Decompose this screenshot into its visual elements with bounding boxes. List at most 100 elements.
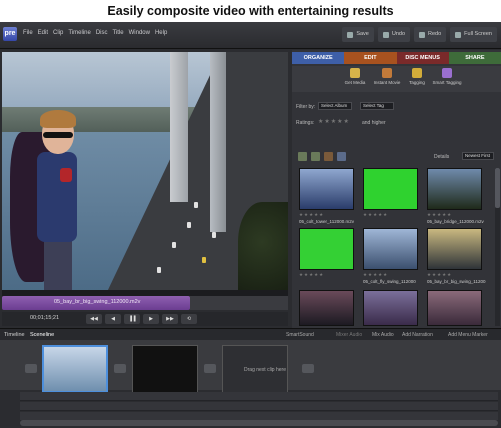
premiere-elements-window: pre File Edit Clip Timeline Disc Title W… (0, 22, 501, 428)
tag-icon (412, 68, 422, 78)
add-menu-marker-button[interactable]: Add Menu Marker (448, 332, 488, 338)
higher-label: and higher (362, 120, 386, 126)
tab-organize[interactable]: ORGANIZE (292, 52, 345, 64)
superhero-mask (43, 132, 73, 138)
media-scrollbar-thumb[interactable] (495, 168, 500, 208)
instant-movie-icon (382, 68, 392, 78)
smartsound-button[interactable]: SmartSound (286, 332, 314, 338)
tag-select[interactable]: Select Tag (360, 102, 394, 110)
media-grid: ★★★★★ 05_colt_tower_112000.m2v ★★★★★ ★★★… (296, 168, 492, 328)
tab-edit[interactable]: EDIT (344, 52, 397, 64)
main-menu: File Edit Clip Timeline Disc Title Windo… (23, 30, 167, 36)
media-thumbnail[interactable] (299, 228, 354, 270)
view-mode-icon[interactable] (324, 152, 333, 161)
redo-label: Redo (428, 31, 442, 37)
menu-clip[interactable]: Clip (53, 30, 63, 36)
preview-trees (238, 202, 288, 292)
transition-slot[interactable] (302, 364, 314, 373)
get-media-button[interactable]: Get Media (340, 68, 370, 85)
tagging-button[interactable]: Tagging (402, 68, 432, 85)
tab-timeline[interactable]: Timeline (4, 332, 25, 338)
clip-bar-empty (190, 296, 288, 310)
mix-audio-button[interactable]: Mix Audio (372, 332, 394, 338)
step-back-button[interactable]: ◀ (105, 314, 121, 324)
clip-bar[interactable]: 05_bay_br_big_swing_112000.m2v (2, 296, 190, 310)
thumb-caption: 05_bay_br_big_swing_11200 (427, 279, 486, 284)
view-toolbar: Details Newest First (292, 150, 501, 164)
instant-movie-button[interactable]: Instant Movie (372, 68, 402, 85)
menu-help[interactable]: Help (155, 30, 167, 36)
sceneline (0, 340, 501, 393)
menu-disc[interactable]: Disc (96, 30, 108, 36)
loop-button[interactable]: ⟲ (181, 314, 197, 324)
thumb-rating: ★★★★★ (427, 272, 453, 277)
mixer-audio-button[interactable]: Mixer Audio (336, 332, 362, 338)
media-thumbnail[interactable] (427, 290, 482, 326)
scene-clip-superhero[interactable] (132, 345, 198, 393)
fast-forward-button[interactable]: ▶▶ (162, 314, 178, 324)
clip-bar-label: 05_bay_br_big_swing_112000.m2v (54, 299, 141, 305)
transition-slot[interactable] (204, 364, 216, 373)
smart-tagging-button[interactable]: Smart Tagging (432, 68, 462, 85)
superhero-body (37, 152, 77, 242)
tab-sceneline[interactable]: Sceneline (30, 332, 54, 338)
menu-window[interactable]: Window (129, 30, 150, 36)
album-select[interactable]: Select Album (318, 102, 352, 110)
view-mode-icon[interactable] (337, 152, 346, 161)
organizer-panel: ORGANIZE EDIT DISC MENUS SHARE Get Media… (292, 50, 501, 328)
tab-share[interactable]: SHARE (448, 52, 501, 64)
add-narration-button[interactable]: Add Narration (402, 332, 433, 338)
thumb-caption: 05_colt_tower_112000.m2v (299, 219, 354, 224)
superhero-legs (44, 237, 72, 292)
preview-car (212, 232, 216, 238)
menu-bar: pre File Edit Clip Timeline Disc Title W… (0, 22, 501, 49)
sort-select[interactable]: Newest First (462, 152, 494, 160)
transition-slot[interactable] (25, 364, 37, 373)
timecode-display: 00;01;15;21 (30, 315, 60, 321)
full-screen-button[interactable]: Full Screen (450, 27, 497, 42)
tagging-label: Tagging (409, 80, 425, 85)
media-thumbnail[interactable] (299, 168, 354, 210)
undo-button[interactable]: Undo (377, 27, 411, 42)
get-media-label: Get Media (344, 80, 366, 85)
panel-tabs: ORGANIZE EDIT DISC MENUS SHARE (292, 52, 501, 64)
preview-car (172, 242, 176, 248)
media-thumbnail[interactable] (363, 228, 418, 270)
thumb-caption: 05_colt_fly_swing_112000 (363, 279, 416, 284)
menu-file[interactable]: File (23, 30, 33, 36)
media-scrollbar[interactable] (495, 168, 500, 326)
media-thumbnail[interactable] (363, 290, 418, 326)
thumb-rating: ★★★★★ (299, 212, 325, 217)
save-button[interactable]: Save (342, 27, 374, 42)
thumb-rating: ★★★★★ (427, 212, 453, 217)
scene-clip-bridge[interactable] (42, 345, 108, 393)
transition-slot[interactable] (114, 364, 126, 373)
media-thumbnail[interactable] (427, 168, 482, 210)
get-media-icon (350, 68, 360, 78)
video-preview[interactable] (2, 52, 288, 292)
timeline-scrollbar[interactable] (20, 420, 498, 426)
page-caption: Easily composite video with entertaining… (107, 4, 394, 18)
timeline-scrollbar-thumb[interactable] (20, 420, 498, 426)
redo-button[interactable]: Redo (414, 27, 447, 42)
menu-timeline[interactable]: Timeline (68, 30, 90, 36)
media-thumbnail[interactable] (299, 290, 354, 326)
pause-button[interactable]: ▐▐ (124, 314, 140, 324)
menu-edit[interactable]: Edit (38, 30, 48, 36)
rewind-button[interactable]: ◀◀ (86, 314, 102, 324)
superhero-hair (40, 110, 76, 128)
view-mode-icon[interactable] (311, 152, 320, 161)
instant-movie-label: Instant Movie (373, 80, 401, 85)
media-thumbnail[interactable] (427, 228, 482, 270)
play-button[interactable]: ▶ (143, 314, 159, 324)
menu-title[interactable]: Title (112, 30, 123, 36)
thumb-caption: 05_bay_bridge_112000.m2v (427, 219, 484, 224)
undo-icon (382, 31, 389, 38)
media-thumbnail[interactable] (363, 168, 418, 210)
view-mode-icon[interactable] (298, 152, 307, 161)
preview-car (202, 257, 206, 263)
timeline-bar: Timeline Sceneline SmartSound Mixer Audi… (0, 328, 501, 340)
tab-disc-menus[interactable]: DISC MENUS (396, 52, 449, 64)
details-checkbox[interactable]: Details (434, 154, 449, 160)
rating-stars[interactable]: ★★★★★ (318, 118, 350, 125)
